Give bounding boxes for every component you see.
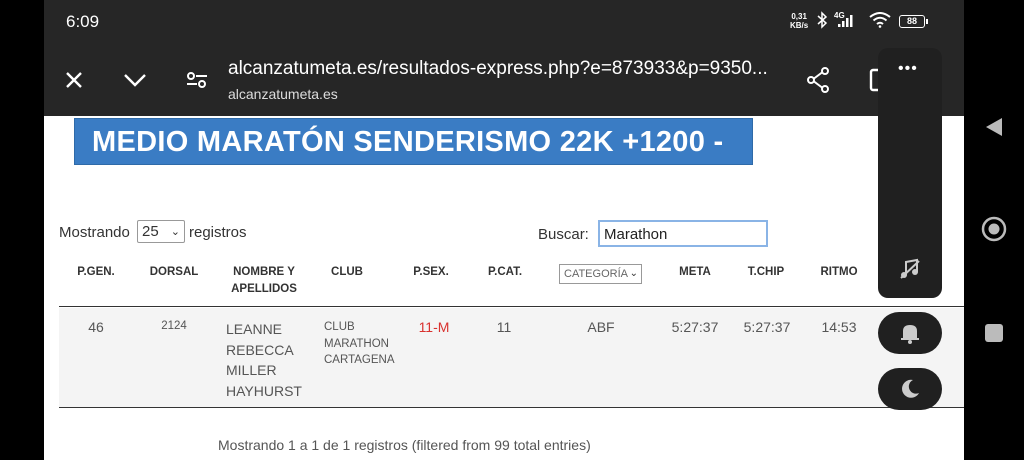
phone-screen: 6:09 0,31 KB/s 4G 88 alcanzatumeta.es/re… xyxy=(44,0,964,460)
col-header-psex[interactable]: P.SEX. xyxy=(406,264,456,281)
status-time: 6:09 xyxy=(66,12,100,31)
back-icon[interactable] xyxy=(984,116,1004,143)
search-input[interactable]: Marathon xyxy=(598,220,768,247)
wifi-icon xyxy=(869,12,891,31)
table-header-divider xyxy=(59,306,964,307)
col-header-tchip[interactable]: T.CHIP xyxy=(740,264,792,281)
page-size-select[interactable]: 25 ⌄ xyxy=(137,220,185,243)
table-info: Mostrando 1 a 1 de 1 registros (filtered… xyxy=(218,437,591,453)
race-title-banner: MEDIO MARATÓN SENDERISMO 22K +1200 - xyxy=(74,118,753,165)
cell-club-line: CLUB xyxy=(324,321,355,333)
col-header-meta[interactable]: META xyxy=(670,264,720,281)
show-prefix-label: Mostrando xyxy=(59,224,130,241)
cell-club-line: CARTAGENA xyxy=(324,354,395,366)
close-icon[interactable] xyxy=(60,66,88,94)
recents-icon[interactable] xyxy=(984,323,1004,348)
cell-tchip: 5:27:37 xyxy=(743,319,791,335)
moon-icon xyxy=(902,379,919,398)
left-letterbox xyxy=(0,0,44,460)
category-filter-label: CATEGORÍA xyxy=(564,268,628,280)
cell-meta: 5:27:37 xyxy=(671,319,719,335)
show-suffix-label: registros xyxy=(189,224,247,241)
race-title: MEDIO MARATÓN SENDERISMO 22K +1200 - xyxy=(92,126,724,158)
more-options-icon[interactable]: ••• xyxy=(898,60,918,78)
bell-icon xyxy=(901,325,919,344)
page-size-value: 25 xyxy=(142,223,159,240)
cell-club: CLUB MARATHON CARTAGENA xyxy=(324,319,395,369)
cell-nombre: LEANNE REBECCA MILLER HAYHURST xyxy=(226,319,302,401)
category-filter-select[interactable]: CATEGORÍA ⌄ xyxy=(559,264,642,284)
table-bottom-divider xyxy=(59,407,964,408)
cell-nombre-line: MILLER xyxy=(226,362,277,378)
col-header-ritmo[interactable]: RITMO xyxy=(812,264,866,281)
cell-pgen: 46 xyxy=(88,319,104,335)
domain-text: alcanzatumeta.es xyxy=(228,86,338,102)
col-header-nombre-line2: APELLIDOS xyxy=(231,283,297,295)
net-speed: 0,31 KB/s xyxy=(790,12,808,30)
site-settings-icon[interactable] xyxy=(183,66,211,94)
chevron-down-icon[interactable] xyxy=(121,66,149,94)
cell-dorsal: 2124 xyxy=(161,320,187,332)
cell-nombre-line: HAYHURST xyxy=(226,382,302,399)
col-header-club[interactable]: CLUB xyxy=(322,264,372,281)
cell-pcat: 11 xyxy=(496,319,512,335)
net-speed-unit: KB/s xyxy=(790,21,809,30)
floating-tools-panel: ••• xyxy=(878,48,942,298)
col-header-pcat[interactable]: P.CAT. xyxy=(480,264,530,281)
battery-icon: 88 xyxy=(899,15,928,28)
col-header-nombre-line1: NOMBRE Y xyxy=(233,266,295,278)
col-header-dorsal[interactable]: DORSAL xyxy=(144,264,204,281)
cell-psex: 11-M xyxy=(418,319,450,335)
cell-ritmo: 14:53 xyxy=(821,319,857,335)
url-text[interactable]: alcanzatumeta.es/resultados-express.php?… xyxy=(228,58,768,80)
search-label: Buscar: xyxy=(538,226,589,243)
system-nav-bar xyxy=(964,0,1024,460)
share-icon[interactable] xyxy=(804,66,832,94)
cell-club-line: MARATHON xyxy=(324,337,389,350)
col-header-pgen[interactable]: P.GEN. xyxy=(68,264,124,281)
chevron-down-icon: ⌄ xyxy=(629,268,638,279)
bluetooth-icon xyxy=(816,11,828,32)
cell-nombre-line: LEANNE xyxy=(226,321,283,337)
page-content: MEDIO MARATÓN SENDERISMO 22K +1200 - Mos… xyxy=(44,116,964,460)
signal-icon xyxy=(836,14,856,31)
chevron-down-icon: ⌄ xyxy=(170,226,180,238)
net-speed-value: 0,31 xyxy=(791,12,807,21)
status-bar: 6:09 0,31 KB/s 4G 88 xyxy=(44,0,964,44)
notification-button[interactable] xyxy=(878,312,942,354)
cell-categoria: ABF xyxy=(587,319,615,335)
dark-mode-button[interactable] xyxy=(878,368,942,410)
music-off-icon[interactable] xyxy=(898,258,922,285)
cell-nombre-line: REBECCA xyxy=(226,341,294,358)
home-icon[interactable] xyxy=(981,216,1007,247)
col-header-nombre[interactable]: NOMBRE Y APELLIDOS xyxy=(224,264,304,298)
custom-tab-toolbar: alcanzatumeta.es/resultados-express.php?… xyxy=(44,44,964,116)
